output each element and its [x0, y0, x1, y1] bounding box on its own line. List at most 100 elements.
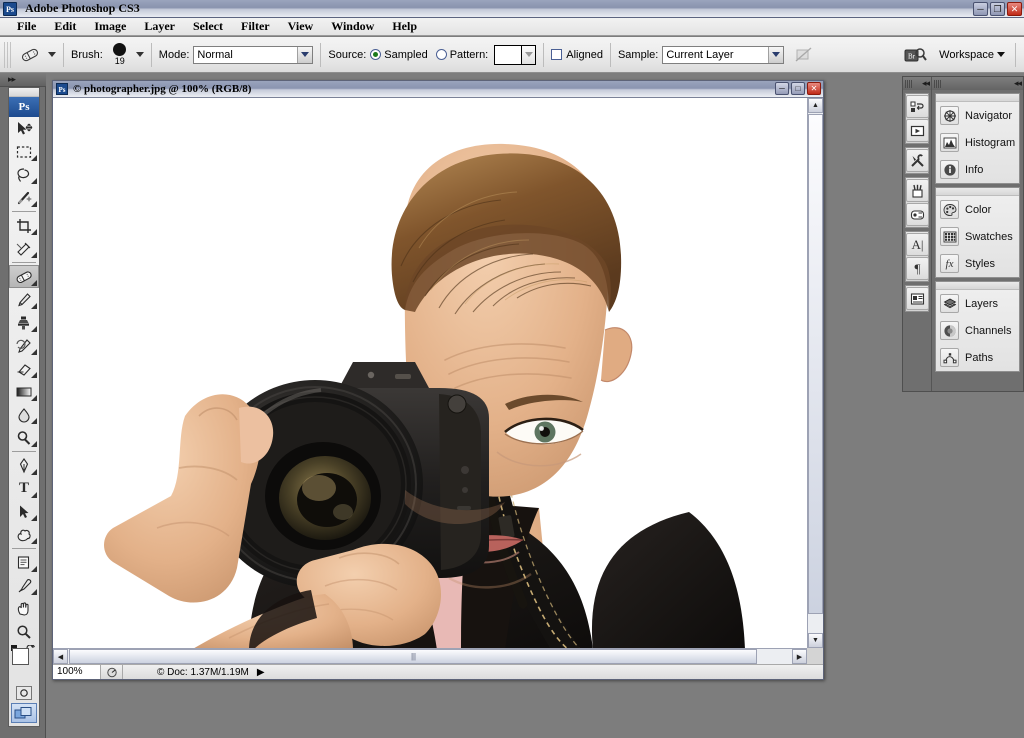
panel-info[interactable]: Info [936, 156, 1019, 183]
document-titlebar[interactable]: Ps © photographer.jpg @ 100% (RGB/8) ─ □… [53, 81, 823, 98]
panel-layers[interactable]: Layers [936, 290, 1019, 317]
aligned-checkbox[interactable]: Aligned [551, 49, 603, 61]
rectangular-marquee-tool[interactable] [9, 140, 39, 163]
hand-tool[interactable] [9, 597, 39, 620]
menu-filter[interactable]: Filter [232, 18, 279, 35]
pattern-swatch[interactable] [494, 44, 523, 65]
pattern-picker[interactable] [494, 44, 537, 65]
layers-group-grip[interactable] [936, 282, 1019, 290]
panel-channels[interactable]: Channels [936, 317, 1019, 344]
brushes-icon[interactable] [906, 179, 929, 202]
history-brush-tool[interactable] [9, 334, 39, 357]
restore-button[interactable]: ❐ [990, 2, 1005, 16]
actions-icon[interactable] [906, 119, 929, 142]
healing-brush-tool[interactable] [9, 265, 39, 288]
workspace-menu[interactable]: Workspace [939, 49, 1005, 61]
brush-preview[interactable]: 19 [107, 43, 133, 66]
mode-select-arrow[interactable] [297, 46, 313, 63]
menu-file[interactable]: File [8, 18, 45, 35]
slice-tool[interactable] [9, 237, 39, 260]
scroll-up-button[interactable]: ▲ [808, 98, 823, 113]
panel-paths[interactable]: Paths [936, 344, 1019, 371]
canvas-area[interactable] [53, 98, 807, 648]
options-divider-1 [63, 42, 64, 67]
brush-tool[interactable] [9, 288, 39, 311]
paragraph-icon[interactable]: ¶ [906, 257, 929, 280]
notes-tool[interactable] [9, 551, 39, 574]
magic-wand-tool[interactable] [9, 186, 39, 209]
character-icon[interactable]: A| [906, 233, 929, 256]
statusbar-preview-icon[interactable] [101, 665, 123, 679]
document-close-button[interactable]: ✕ [807, 82, 821, 95]
foreground-color-swatch[interactable] [12, 648, 29, 665]
color-group-grip[interactable] [936, 188, 1019, 196]
dodge-tool[interactable] [9, 426, 39, 449]
tool-dock-collapse-button[interactable]: ▸▸ [0, 73, 46, 87]
zoom-tool[interactable] [9, 620, 39, 643]
color-label: Color [965, 203, 992, 216]
mode-select[interactable]: Normal [193, 45, 314, 64]
source-sampled-radio[interactable]: Sampled [370, 49, 428, 61]
healing-brush-icon[interactable] [15, 42, 45, 68]
collapse-panels-icon[interactable]: ◂◂ [1014, 79, 1022, 89]
eyedropper-tool[interactable] [9, 574, 39, 597]
menu-help[interactable]: Help [383, 18, 426, 35]
zoom-level-input[interactable]: 100% [53, 665, 101, 679]
menu-edit[interactable]: Edit [45, 18, 85, 35]
panel-color[interactable]: Color [936, 196, 1019, 223]
go-to-bridge-icon[interactable]: Br [903, 45, 929, 65]
blur-tool[interactable] [9, 403, 39, 426]
toolbox-grip[interactable] [9, 88, 39, 97]
document-minimize-button[interactable]: ─ [775, 82, 789, 95]
path-selection-tool[interactable] [9, 500, 39, 523]
menu-image[interactable]: Image [85, 18, 135, 35]
lasso-tool[interactable] [9, 163, 39, 186]
horizontal-scroll-thumb[interactable]: |||| [69, 649, 757, 664]
custom-shape-tool[interactable] [9, 523, 39, 546]
panel-navigator[interactable]: Navigator [936, 102, 1019, 129]
icon-column-header[interactable]: ◂◂ [903, 77, 931, 90]
tool-presets-icon[interactable] [906, 95, 929, 118]
source-pattern-radio[interactable]: Pattern: [435, 49, 488, 61]
canvas-vertical-scrollbar[interactable]: ▲ ▼ [807, 98, 823, 648]
options-bar-grip[interactable] [4, 41, 11, 68]
panel-styles[interactable]: fx Styles [936, 250, 1019, 277]
navigator-group-grip[interactable] [936, 94, 1019, 102]
type-tool[interactable]: T [9, 477, 39, 500]
vertical-scroll-thumb[interactable] [808, 114, 823, 614]
panel-column-header[interactable]: ◂◂ [932, 77, 1023, 90]
screen-mode-icon[interactable] [11, 703, 37, 723]
minimize-button[interactable]: ─ [973, 2, 988, 16]
sample-select-arrow[interactable] [768, 46, 784, 63]
quick-mask-icon[interactable] [16, 686, 32, 700]
sample-select[interactable]: Current Layer [662, 45, 785, 64]
document-maximize-button[interactable]: □ [791, 82, 805, 95]
menu-layer[interactable]: Layer [135, 18, 184, 35]
canvas-horizontal-scrollbar[interactable]: ◀ |||| ▶ [53, 648, 807, 664]
crop-tool[interactable] [9, 214, 39, 237]
brush-picker-arrow[interactable] [135, 52, 144, 57]
eraser-tool[interactable] [9, 357, 39, 380]
clone-stamp-tool[interactable] [9, 311, 39, 334]
panel-histogram[interactable]: Histogram [936, 129, 1019, 156]
close-button[interactable]: ✕ [1007, 2, 1022, 16]
scroll-left-button[interactable]: ◀ [53, 649, 68, 664]
info-label: Info [965, 163, 984, 176]
pattern-picker-arrow[interactable] [522, 44, 537, 65]
scroll-right-button[interactable]: ▶ [792, 649, 807, 664]
menu-window[interactable]: Window [322, 18, 383, 35]
ignore-adjustment-layers-icon[interactable] [794, 45, 814, 65]
layer-comps-icon[interactable] [906, 287, 929, 310]
pen-tool[interactable] [9, 454, 39, 477]
panel-swatches[interactable]: Swatches [936, 223, 1019, 250]
tool-preset-picker-arrow[interactable] [48, 52, 56, 57]
clone-source-icon[interactable] [906, 203, 929, 226]
statusbar-menu-arrow[interactable]: ▶ [257, 667, 265, 678]
menu-view[interactable]: View [279, 18, 323, 35]
menu-select[interactable]: Select [184, 18, 232, 35]
tool-options-icon[interactable] [906, 149, 929, 172]
move-tool[interactable] [9, 117, 39, 140]
scroll-down-button[interactable]: ▼ [808, 633, 823, 648]
expand-panels-icon[interactable]: ◂◂ [922, 79, 930, 89]
gradient-tool[interactable] [9, 380, 39, 403]
